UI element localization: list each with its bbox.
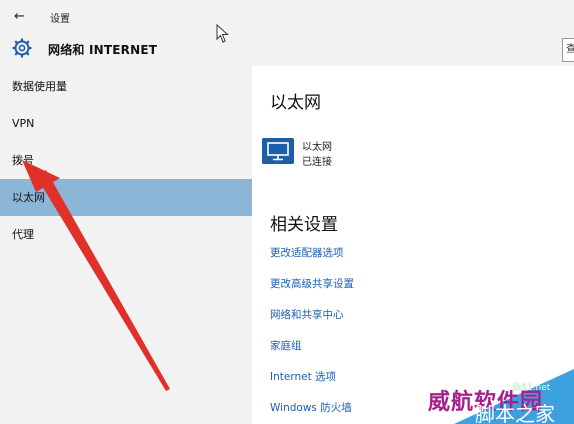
search-input[interactable]: 查 xyxy=(562,38,574,62)
sidebar-item-label: VPN xyxy=(12,117,35,130)
page-title: 以太网 xyxy=(270,93,321,113)
section-title: 网络和 INTERNET xyxy=(48,43,158,57)
network-name[interactable]: 以太网 xyxy=(302,138,332,153)
sidebar-item-label: 以太网 xyxy=(12,191,45,204)
watermark-domain: jb51.net xyxy=(513,383,551,393)
top-strip: 查 xyxy=(252,0,574,66)
sidebar-item-vpn[interactable]: VPN xyxy=(0,105,252,142)
title-bar: ← 设置 网络和 INTERNET xyxy=(0,0,252,66)
back-arrow-icon[interactable]: ← xyxy=(14,8,32,26)
sidebar-item-label: 拨号 xyxy=(12,154,34,167)
network-status: 已连接 xyxy=(302,157,332,168)
app-title: 设置 xyxy=(50,14,70,25)
link-windows-firewall[interactable]: Windows 防火墙 xyxy=(270,399,354,424)
watermark-sub: 脚本之家 xyxy=(475,402,555,424)
left-pane: ← 设置 网络和 INTERNET 数据使用量 VPN 拨号 以太网 代理 xyxy=(0,0,252,424)
sidebar-item-proxy[interactable]: 代理 xyxy=(0,216,252,253)
link-change-adapter-options[interactable]: 更改适配器选项 xyxy=(270,244,354,275)
sidebar-item-label: 数据使用量 xyxy=(12,80,67,93)
sidebar-nav: 数据使用量 VPN 拨号 以太网 代理 xyxy=(0,68,252,253)
related-settings-heading: 相关设置 xyxy=(270,215,338,235)
sidebar-item-label: 代理 xyxy=(12,228,34,241)
mouse-cursor-icon xyxy=(216,24,229,43)
sidebar-item-dial-up[interactable]: 拨号 xyxy=(0,142,252,179)
related-links: 更改适配器选项 更改高级共享设置 网络和共享中心 家庭组 Internet 选项… xyxy=(270,244,354,424)
settings-window: ← 设置 网络和 INTERNET 数据使用量 VPN 拨号 以太网 代理 查 … xyxy=(0,0,574,424)
link-advanced-sharing[interactable]: 更改高级共享设置 xyxy=(270,275,354,306)
link-network-sharing-center[interactable]: 网络和共享中心 xyxy=(270,306,354,337)
link-homegroup[interactable]: 家庭组 xyxy=(270,337,354,368)
ethernet-monitor-icon[interactable] xyxy=(262,138,294,164)
link-internet-options[interactable]: Internet 选项 xyxy=(270,368,354,399)
sidebar-item-ethernet[interactable]: 以太网 xyxy=(0,179,252,216)
gear-icon xyxy=(12,38,32,58)
sidebar-item-data-usage[interactable]: 数据使用量 xyxy=(0,68,252,105)
